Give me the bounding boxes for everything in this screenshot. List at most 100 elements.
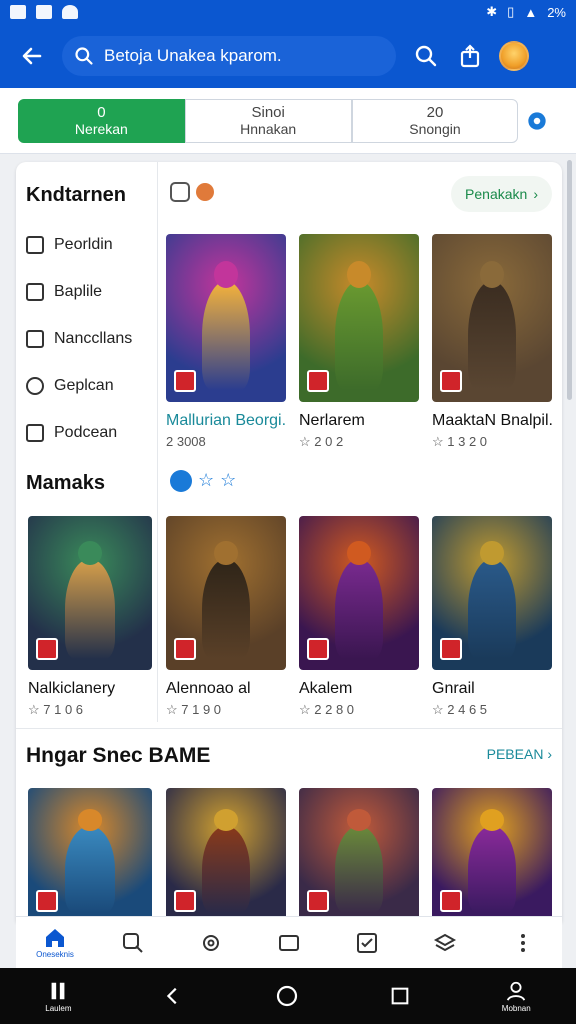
sidebar-item-label: Peorldin bbox=[54, 236, 113, 253]
fire-icon bbox=[196, 183, 214, 201]
age-rating-badge bbox=[307, 370, 329, 392]
game-meta: ☆ 7 1 9 0 bbox=[166, 702, 222, 717]
character-head bbox=[214, 540, 238, 566]
gallery-notification-icon bbox=[36, 5, 52, 19]
filter-tabs: 0 Nerekan Sinoi Hnnakan 20 Snongin bbox=[0, 88, 576, 154]
recents-label: Laulem bbox=[45, 1003, 72, 1013]
filter-tab-1-label: Nerekan bbox=[74, 120, 128, 137]
game-title: Nalkiclanery bbox=[28, 680, 116, 697]
bluetooth-icon: ✱ bbox=[486, 4, 498, 19]
nav-tasks[interactable] bbox=[347, 921, 387, 965]
age-rating-badge bbox=[307, 638, 329, 660]
character-figure bbox=[468, 559, 516, 660]
back-button[interactable] bbox=[10, 34, 54, 78]
game-meta: ☆ 2 0 2 bbox=[299, 434, 344, 449]
filter-tab-2[interactable]: Sinoi Hnnakan bbox=[184, 98, 352, 143]
game-title: Alennoao al bbox=[166, 680, 251, 697]
section-title-2: Mamaks bbox=[26, 472, 105, 494]
pencil-icon bbox=[26, 236, 44, 254]
system-back-button[interactable] bbox=[162, 985, 184, 1007]
sidebar-item-label: Nanccllans bbox=[54, 330, 133, 347]
bookmark-icon bbox=[26, 283, 44, 301]
game-title: Gnrail bbox=[432, 680, 475, 697]
account-label: Mobnan bbox=[501, 1003, 531, 1013]
game-thumbnail bbox=[432, 788, 552, 922]
recents-button[interactable]: Laulem bbox=[45, 980, 72, 1013]
chevron-left-icon bbox=[166, 987, 177, 1005]
filter-tab-3[interactable]: 20 Snongin bbox=[351, 98, 519, 143]
filter-settings-button[interactable] bbox=[516, 99, 558, 143]
more-vertical-icon bbox=[521, 933, 525, 952]
see-all-button[interactable]: Penakakn › bbox=[451, 176, 552, 212]
grid-icon bbox=[279, 934, 299, 951]
home-icon bbox=[46, 929, 64, 947]
scrollbar[interactable] bbox=[567, 160, 572, 400]
section-header-icons bbox=[170, 182, 214, 202]
game-card[interactable]: Alennoao al ☆ 7 1 9 0 bbox=[166, 516, 290, 718]
nav-search[interactable] bbox=[113, 921, 153, 965]
clock-icon bbox=[26, 377, 44, 395]
system-home-button[interactable] bbox=[275, 984, 299, 1008]
section-2-icons: ☆ ☆ bbox=[170, 470, 236, 492]
character-head bbox=[347, 260, 371, 288]
gear-icon bbox=[203, 934, 219, 951]
game-title: Akalem bbox=[299, 680, 353, 697]
note-notification-icon bbox=[62, 5, 78, 19]
see-all-label: Penakakn bbox=[465, 186, 528, 202]
game-card[interactable]: Gnrail ☆ 2 4 6 5 bbox=[432, 516, 556, 718]
game-card[interactable] bbox=[432, 788, 552, 922]
character-figure bbox=[335, 559, 383, 660]
age-rating-badge bbox=[174, 890, 196, 912]
game-card[interactable] bbox=[166, 788, 286, 922]
sidebar-item-3[interactable]: Nanccllans bbox=[26, 330, 132, 348]
game-thumbnail bbox=[28, 788, 152, 922]
section-title-3: Hngar Snec BAME bbox=[26, 744, 211, 767]
sidebar-item-4[interactable]: Geplcan bbox=[26, 377, 114, 395]
game-card[interactable]: MaaktaN Bnalpil. ☆ 1 3 2 0 bbox=[432, 234, 556, 450]
controller-icon bbox=[170, 182, 190, 202]
filter-tab-1[interactable]: 0 Nerekan bbox=[18, 98, 185, 143]
character-head bbox=[480, 809, 504, 831]
chevron-right-icon: › bbox=[533, 186, 538, 202]
filter-tab-3-label: Snongin bbox=[409, 120, 461, 137]
game-thumbnail bbox=[28, 516, 152, 670]
sidebar-item-1[interactable]: Peorldin bbox=[26, 236, 113, 254]
system-account-button[interactable]: Mobnan bbox=[502, 980, 531, 1013]
filter-tab-1-count: 0 bbox=[97, 103, 106, 121]
nav-layers[interactable] bbox=[425, 921, 465, 965]
game-thumbnail bbox=[299, 788, 419, 922]
nav-home[interactable]: Oneseknis bbox=[35, 921, 75, 965]
signal-icon: ▲ bbox=[524, 4, 538, 20]
game-card[interactable] bbox=[28, 788, 152, 922]
profile-button[interactable] bbox=[492, 34, 536, 78]
nav-library[interactable] bbox=[269, 921, 309, 965]
search-query: Betoja Unakea kparom. bbox=[104, 46, 282, 65]
image-notification-icon bbox=[10, 5, 26, 19]
age-rating-badge bbox=[36, 638, 58, 660]
age-rating-badge bbox=[174, 638, 196, 660]
system-overview-button[interactable] bbox=[389, 985, 411, 1007]
game-card[interactable]: Nerlarem ☆ 2 0 2 bbox=[299, 234, 423, 450]
sidebar-item-5[interactable]: Podcean bbox=[26, 424, 117, 442]
character-head bbox=[214, 809, 238, 831]
share-button[interactable] bbox=[448, 34, 492, 78]
game-card[interactable]: Akalem ☆ 2 2 8 0 bbox=[299, 516, 423, 718]
character-figure bbox=[65, 559, 115, 660]
search-icon bbox=[75, 47, 93, 65]
game-thumbnail bbox=[166, 234, 286, 402]
game-thumbnail bbox=[166, 788, 286, 922]
game-card[interactable]: Mallurian Beorgi. 2 3008 bbox=[166, 234, 290, 449]
character-figure bbox=[335, 281, 383, 391]
search-input[interactable]: Betoja Unakea kparom. bbox=[62, 36, 396, 76]
see-all-link[interactable]: PEBEAN › bbox=[487, 746, 552, 762]
nav-more[interactable] bbox=[503, 921, 543, 965]
nav-home-label: Oneseknis bbox=[36, 950, 74, 959]
character-head bbox=[480, 260, 504, 288]
game-card[interactable] bbox=[299, 788, 419, 922]
search-button[interactable] bbox=[404, 34, 448, 78]
sidebar-item-2[interactable]: Baplile bbox=[26, 283, 102, 301]
game-card[interactable]: Nalkiclanery ☆ 7 1 0 6 bbox=[28, 516, 152, 718]
game-title: Nerlarem bbox=[299, 412, 365, 429]
nav-settings[interactable] bbox=[191, 921, 231, 965]
sidebar-item-label: Podcean bbox=[54, 424, 118, 441]
